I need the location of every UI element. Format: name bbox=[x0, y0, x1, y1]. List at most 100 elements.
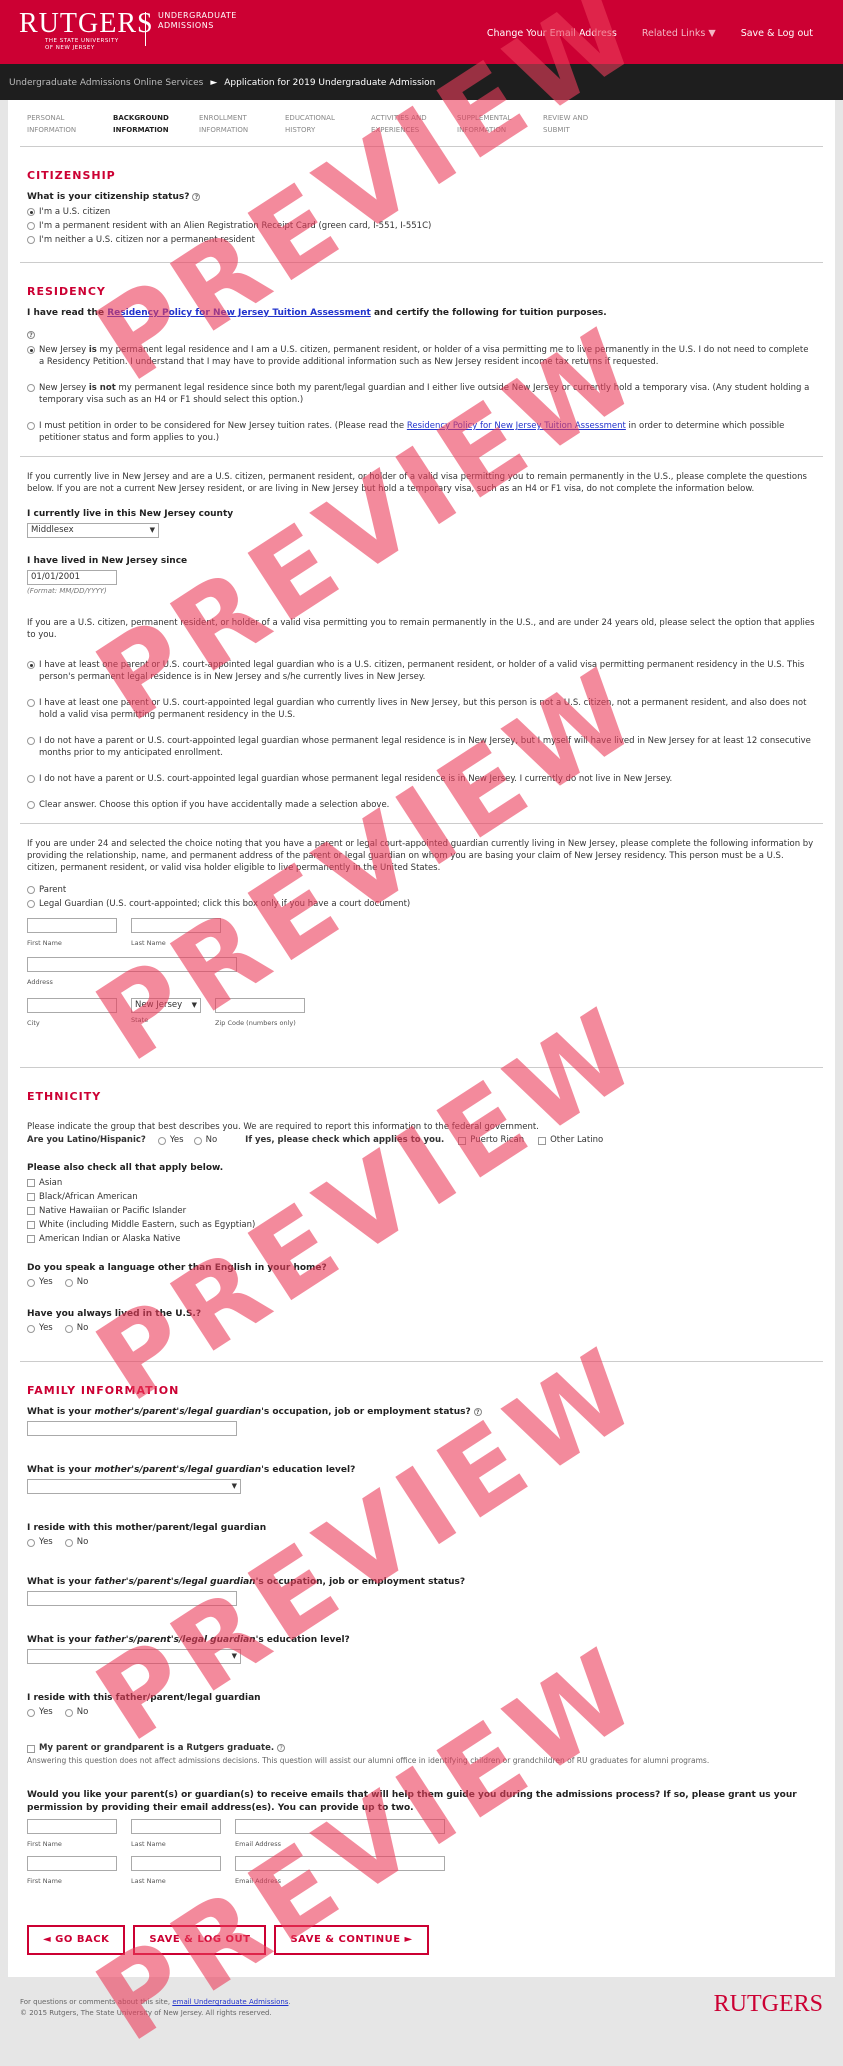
father-reside-yes[interactable] bbox=[27, 1709, 35, 1717]
email1-first[interactable] bbox=[27, 1819, 117, 1834]
radio-icon[interactable] bbox=[27, 886, 35, 894]
radio-icon[interactable] bbox=[27, 422, 35, 430]
mother-occupation[interactable] bbox=[27, 1421, 237, 1436]
father-reside-no[interactable] bbox=[64, 1709, 73, 1717]
citizen-us[interactable]: I'm a U.S. citizen bbox=[27, 206, 816, 218]
radio-icon[interactable] bbox=[27, 699, 35, 707]
since-input[interactable]: 01/01/2001 bbox=[27, 570, 117, 585]
residency-policy-link[interactable]: Residency Policy for New Jersey Tuition … bbox=[107, 308, 371, 318]
step-personal[interactable]: PERSONAL INFORMATION bbox=[27, 112, 113, 136]
father-education[interactable]: ▼ bbox=[27, 1649, 241, 1664]
step-background[interactable]: BACKGROUND INFORMATION bbox=[113, 112, 199, 136]
residency-is[interactable]: New Jersey is my permanent legal residen… bbox=[27, 344, 816, 368]
chevron-down-icon: ▼ bbox=[231, 1652, 237, 1660]
guardian-address[interactable] bbox=[27, 957, 237, 972]
race-hawaiian[interactable]: Native Hawaiian or Pacific Islander bbox=[27, 1205, 816, 1217]
radio-icon[interactable] bbox=[27, 801, 35, 809]
related-links-menu[interactable]: Related Links ▼ bbox=[642, 28, 716, 39]
application-form: PERSONAL INFORMATION BACKGROUND INFORMATIO… bbox=[8, 100, 835, 1977]
email1-address[interactable] bbox=[235, 1819, 445, 1834]
breadcrumb-services[interactable]: Undergraduate Admissions Online Services bbox=[9, 78, 203, 88]
county-select[interactable]: Middlesex ▼ bbox=[27, 523, 159, 538]
guardian-text: If you are under 24 and selected the cho… bbox=[27, 839, 814, 873]
help-icon[interactable]: ? bbox=[192, 193, 201, 201]
relation-guardian[interactable]: Legal Guardian (U.S. court-appointed; cl… bbox=[27, 898, 816, 910]
residency-policy-link-2[interactable]: Residency Policy for New Jersey Tuition … bbox=[407, 421, 626, 431]
radio-icon[interactable] bbox=[27, 900, 35, 908]
guardian-first-name[interactable] bbox=[27, 918, 117, 933]
parent-option-4[interactable]: I do not have a parent or U.S. court-app… bbox=[27, 773, 816, 785]
help-icon[interactable]: ? bbox=[27, 331, 35, 339]
radio-icon[interactable] bbox=[27, 384, 35, 392]
guardian-last-name[interactable] bbox=[131, 918, 221, 933]
family-title: FAMILY INFORMATION bbox=[27, 1384, 180, 1397]
checkbox-icon bbox=[27, 1193, 35, 1201]
guardian-city[interactable] bbox=[27, 998, 117, 1013]
lang-yes[interactable] bbox=[27, 1279, 35, 1287]
us-yes[interactable] bbox=[27, 1325, 35, 1333]
radio-icon[interactable] bbox=[27, 346, 35, 354]
help-icon[interactable]: ? bbox=[277, 1744, 286, 1752]
other-latino-check[interactable] bbox=[538, 1137, 547, 1145]
latino-no[interactable] bbox=[193, 1137, 202, 1145]
citizen-permanent[interactable]: I'm a permanent resident with an Alien R… bbox=[27, 220, 816, 232]
parent-option-2[interactable]: I have at least one parent or U.S. court… bbox=[27, 697, 816, 721]
save-continue-button[interactable]: SAVE & CONTINUE ► bbox=[274, 1925, 429, 1955]
go-back-button[interactable]: ◄ GO BACK bbox=[27, 1925, 126, 1955]
lang-no[interactable] bbox=[64, 1279, 73, 1287]
radio-icon[interactable] bbox=[27, 222, 35, 230]
chevron-down-icon: ▼ bbox=[231, 1482, 237, 1490]
race-black[interactable]: Black/African American bbox=[27, 1191, 816, 1203]
save-logout-button[interactable]: SAVE & LOG OUT bbox=[133, 1925, 267, 1955]
help-icon[interactable]: ? bbox=[473, 1408, 482, 1416]
change-email-link[interactable]: Change Your Email Address bbox=[487, 28, 617, 39]
county-label: I currently live in this New Jersey coun… bbox=[27, 509, 234, 519]
step-activities[interactable]: ACTIVITIES AND EXPERIENCES bbox=[371, 112, 457, 136]
father-occupation[interactable] bbox=[27, 1591, 237, 1606]
relation-parent[interactable]: Parent bbox=[27, 884, 816, 896]
race-white[interactable]: White (including Middle Eastern, such as… bbox=[27, 1219, 816, 1231]
us-no[interactable] bbox=[64, 1325, 73, 1333]
residency-petition[interactable]: I must petition in order to be considere… bbox=[27, 420, 816, 444]
top-nav: Change Your Email Address Related Links … bbox=[465, 28, 813, 39]
step-enrollment[interactable]: ENROLLMENT INFORMATION bbox=[199, 112, 285, 136]
footer-rutgers-logo: RUTGERS bbox=[713, 1991, 823, 2017]
step-review[interactable]: REVIEW AND SUBMIT bbox=[543, 112, 629, 136]
citizen-neither[interactable]: I'm neither a U.S. citizen nor a permane… bbox=[27, 234, 816, 246]
step-education[interactable]: EDUCATIONAL HISTORY bbox=[285, 112, 371, 136]
checkbox-icon bbox=[27, 1207, 35, 1215]
residency-is-not[interactable]: New Jersey is not my permanent legal res… bbox=[27, 382, 816, 406]
citizenship-title: CITIZENSHIP bbox=[27, 169, 116, 182]
email1-last[interactable] bbox=[131, 1819, 221, 1834]
guardian-state[interactable]: New Jersey ▼ bbox=[131, 998, 201, 1013]
race-native[interactable]: American Indian or Alaska Native bbox=[27, 1233, 816, 1245]
radio-icon[interactable] bbox=[27, 737, 35, 745]
race-asian[interactable]: Asian bbox=[27, 1177, 816, 1189]
guardian-zip[interactable] bbox=[215, 998, 305, 1013]
parent-option-clear[interactable]: Clear answer. Choose this option if you … bbox=[27, 799, 816, 811]
radio-icon[interactable] bbox=[27, 208, 35, 216]
step-nav: PERSONAL INFORMATION BACKGROUND INFORMATIO… bbox=[20, 112, 823, 147]
mother-reside-no[interactable] bbox=[64, 1539, 73, 1547]
email2-first[interactable] bbox=[27, 1856, 117, 1871]
checkbox-icon bbox=[27, 1235, 35, 1243]
unit-name: UNDERGRADUATE ADMISSIONS bbox=[158, 11, 237, 30]
rutgers-grad-check[interactable] bbox=[27, 1745, 35, 1753]
save-logout-link[interactable]: Save & Log out bbox=[741, 28, 813, 39]
mother-reside-yes[interactable] bbox=[27, 1539, 35, 1547]
radio-icon[interactable] bbox=[27, 775, 35, 783]
since-label: I have lived in New Jersey since bbox=[27, 556, 188, 566]
latino-yes[interactable] bbox=[157, 1137, 166, 1145]
mother-education[interactable]: ▼ bbox=[27, 1479, 241, 1494]
chevron-down-icon: ▼ bbox=[191, 1001, 197, 1009]
radio-icon[interactable] bbox=[27, 236, 35, 244]
email2-address[interactable] bbox=[235, 1856, 445, 1871]
parent-option-3[interactable]: I do not have a parent or U.S. court-app… bbox=[27, 735, 816, 759]
parent-option-1[interactable]: I have at least one parent or U.S. court… bbox=[27, 659, 816, 683]
puerto-rican-check[interactable] bbox=[458, 1137, 467, 1145]
email-admissions-link[interactable]: email Undergraduate Admissions bbox=[172, 1998, 288, 2006]
step-supplemental[interactable]: SUPPLEMENTAL INFORMATION bbox=[457, 112, 543, 136]
radio-icon[interactable] bbox=[27, 661, 35, 669]
rutgers-logo[interactable]: RUTGERS bbox=[19, 8, 154, 40]
email2-last[interactable] bbox=[131, 1856, 221, 1871]
